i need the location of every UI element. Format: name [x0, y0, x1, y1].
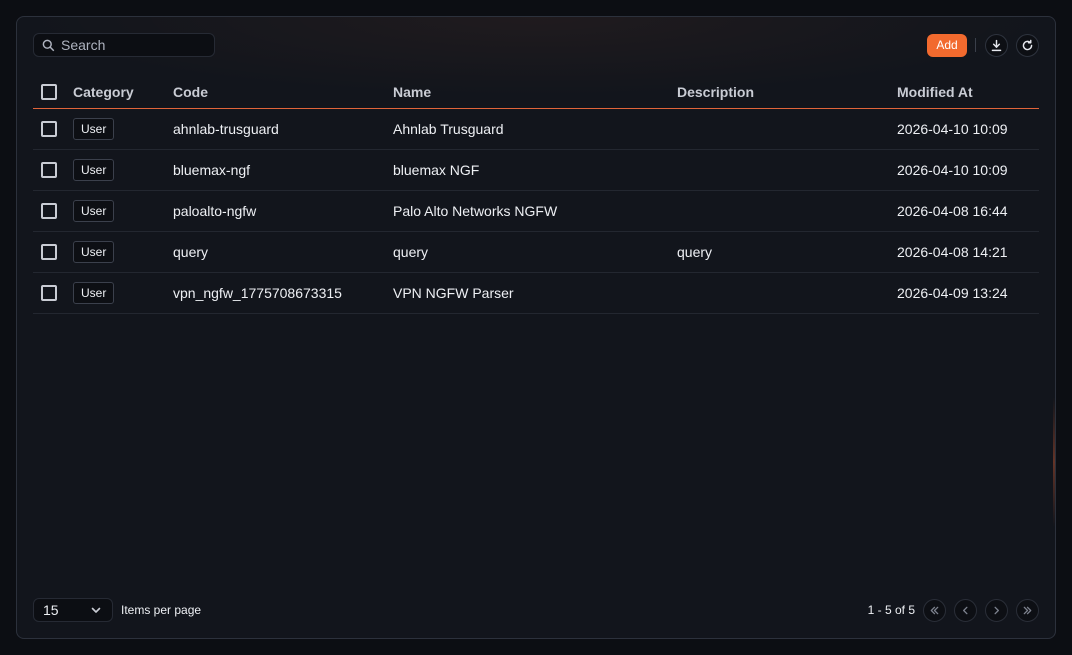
previous-page-button[interactable]: [954, 598, 977, 622]
next-page-button[interactable]: [985, 598, 1008, 622]
chevron-down-icon: [91, 607, 101, 613]
download-icon: [991, 39, 1002, 51]
items-per-page-value: 15: [43, 602, 59, 618]
column-header-code[interactable]: Code: [173, 84, 393, 100]
table-row[interactable]: User query query query 2026-04-08 14:21: [33, 232, 1039, 273]
parser-table: Category Code Name Description Modified …: [33, 75, 1039, 314]
cell-modified-at: 2026-04-09 13:24: [897, 285, 1008, 301]
cell-code: paloalto-ngfw: [173, 203, 257, 219]
cell-code: bluemax-ngf: [173, 162, 251, 178]
items-per-page-select[interactable]: 15: [33, 598, 113, 622]
chevron-left-icon: [963, 606, 968, 614]
cell-modified-at: 2026-04-08 16:44: [897, 203, 1008, 219]
column-header-modified-at[interactable]: Modified At: [897, 84, 1039, 100]
pagination-range: 1 - 5 of 5: [867, 603, 915, 617]
column-header-category[interactable]: Category: [73, 84, 173, 100]
column-header-description[interactable]: Description: [677, 84, 897, 100]
chevrons-right-icon: [1023, 606, 1032, 614]
add-button[interactable]: Add: [927, 33, 967, 57]
row-checkbox[interactable]: [41, 244, 57, 260]
table-row[interactable]: User bluemax-ngf bluemax NGF 2026-04-10 …: [33, 150, 1039, 191]
cell-name: VPN NGFW Parser: [393, 285, 514, 301]
category-badge: User: [73, 200, 115, 222]
column-header-name[interactable]: Name: [393, 84, 677, 100]
first-page-button[interactable]: [923, 598, 946, 622]
refresh-button[interactable]: [1016, 33, 1039, 57]
table-header: Category Code Name Description Modified …: [33, 75, 1039, 109]
table-row[interactable]: User paloalto-ngfw Palo Alto Networks NG…: [33, 191, 1039, 232]
toolbar-divider: [975, 38, 976, 52]
select-all-checkbox[interactable]: [41, 83, 57, 100]
table-footer: 15 Items per page 1 - 5 of 5: [33, 598, 1039, 622]
cell-modified-at: 2026-04-10 10:09: [897, 121, 1008, 137]
cell-code: ahnlab-trusguard: [173, 121, 279, 137]
last-page-button[interactable]: [1016, 598, 1039, 622]
cell-name: bluemax NGF: [393, 162, 480, 178]
cell-name: query: [393, 244, 429, 260]
category-badge: User: [73, 118, 115, 140]
row-checkbox[interactable]: [41, 285, 57, 301]
table-row[interactable]: User vpn_ngfw_1775708673315 VPN NGFW Par…: [33, 273, 1039, 314]
row-checkbox[interactable]: [41, 203, 57, 219]
row-checkbox[interactable]: [41, 121, 57, 137]
parser-list-panel: Add Category Code Name Description Modif…: [16, 16, 1056, 639]
row-checkbox[interactable]: [41, 162, 57, 178]
cell-name: Ahnlab Trusguard: [393, 121, 504, 137]
search-box[interactable]: [33, 33, 215, 57]
category-badge: User: [73, 241, 115, 263]
toolbar: Add: [927, 33, 1039, 57]
category-badge: User: [73, 282, 115, 304]
chevrons-left-icon: [930, 606, 939, 614]
cell-description: query: [677, 244, 713, 260]
chevron-right-icon: [994, 606, 999, 614]
cell-code: vpn_ngfw_1775708673315: [173, 285, 342, 301]
cell-code: query: [173, 244, 209, 260]
table-row[interactable]: User ahnlab-trusguard Ahnlab Trusguard 2…: [33, 109, 1039, 150]
pagination: 1 - 5 of 5: [867, 598, 1039, 622]
cell-modified-at: 2026-04-10 10:09: [897, 162, 1008, 178]
download-button[interactable]: [985, 33, 1008, 57]
cell-name: Palo Alto Networks NGFW: [393, 203, 558, 219]
cell-modified-at: 2026-04-08 14:21: [897, 244, 1008, 260]
search-icon: [42, 39, 55, 51]
category-badge: User: [73, 159, 115, 181]
search-input[interactable]: [61, 37, 211, 53]
refresh-icon: [1022, 39, 1033, 50]
items-per-page-label: Items per page: [121, 603, 202, 617]
